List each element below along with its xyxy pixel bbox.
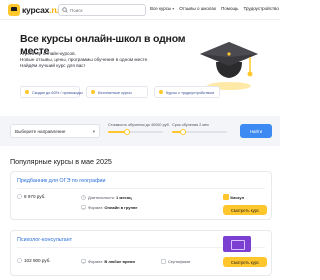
nav-school-reviews[interactable]: Отзывы о школах bbox=[179, 6, 216, 11]
price-slider-track[interactable] bbox=[108, 129, 163, 135]
view-course-button[interactable]: Смотреть курс bbox=[223, 257, 267, 267]
feature-chips: Скидки до 60% / промокоды Бесплатные кур… bbox=[20, 86, 220, 98]
search-box[interactable] bbox=[58, 4, 146, 16]
logo-icon bbox=[8, 4, 20, 16]
course-certificate: Сертификат bbox=[161, 259, 191, 264]
logo-text: курсах bbox=[22, 5, 50, 15]
gift-icon bbox=[91, 90, 95, 94]
price-slider-handle[interactable] bbox=[124, 129, 131, 135]
popular-section-title: Популярные курсы в мае 2025 bbox=[10, 157, 112, 166]
monitor-icon bbox=[81, 205, 86, 210]
school-logo[interactable]: Умскул bbox=[223, 192, 245, 202]
monitor-icon bbox=[81, 259, 86, 264]
course-format: Формат: Онлайн в группе bbox=[81, 205, 138, 210]
course-card: Психолог-консультант 102 900 руб. Формат… bbox=[10, 230, 272, 276]
course-price: 8 970 руб. bbox=[17, 194, 46, 199]
duration-slider-handle[interactable] bbox=[180, 129, 186, 135]
site-header: курсах.ru Все курсы▾ Отзывы о школах Пом… bbox=[0, 0, 280, 20]
course-price: 102 900 руб. bbox=[17, 258, 51, 263]
chip-discounts[interactable]: Скидки до 60% / промокоды bbox=[20, 86, 83, 98]
course-filter: Выберите направление ▾ Стоимость обучени… bbox=[0, 116, 280, 146]
course-title-link[interactable]: Предбанник для ОГЭ по географии bbox=[17, 178, 106, 184]
price-slider: Стоимость обучения до 40000 руб. bbox=[108, 123, 170, 135]
price-slider-label: Стоимость обучения до 40000 руб. bbox=[108, 123, 170, 127]
duration-slider-label: Срок обучения 2 мес bbox=[172, 123, 209, 127]
school-logo-icon bbox=[223, 194, 229, 200]
hero-description: Агрегатор онлайн-курсов. Новые отзывы, ц… bbox=[20, 51, 149, 69]
nav-help[interactable]: Помощь bbox=[221, 6, 238, 11]
duration-slider-track[interactable] bbox=[172, 129, 227, 135]
briefcase-icon bbox=[159, 90, 163, 94]
chip-free-courses[interactable]: Бесплатные курсы bbox=[86, 86, 148, 98]
hero-section: Все курсы онлайн-школ в одном месте Агре… bbox=[0, 20, 280, 116]
ruble-icon bbox=[17, 258, 22, 263]
nav-all-courses[interactable]: Все курсы▾ bbox=[150, 6, 174, 11]
main-nav: Все курсы▾ Отзывы о школах Помощь Трудоу… bbox=[150, 6, 279, 11]
duration-slider: Срок обучения 2 мес bbox=[172, 123, 227, 135]
school-logo[interactable] bbox=[223, 236, 251, 252]
chip-employment[interactable]: Курсы с трудоустройством bbox=[154, 86, 220, 98]
ruble-icon bbox=[17, 194, 22, 199]
search-input[interactable] bbox=[70, 6, 140, 14]
school-logo-icon bbox=[223, 236, 251, 252]
chevron-down-icon: ▾ bbox=[172, 6, 175, 11]
course-duration: Длительность: 1 месяц bbox=[81, 195, 132, 200]
certificate-icon bbox=[161, 259, 166, 264]
nav-employment[interactable]: Трудоустройство bbox=[244, 6, 279, 11]
clock-icon bbox=[81, 195, 86, 200]
divider bbox=[17, 188, 265, 189]
percent-icon bbox=[25, 90, 29, 94]
search-icon[interactable] bbox=[62, 7, 68, 13]
course-title-link[interactable]: Психолог-консультант bbox=[17, 237, 72, 243]
course-card: Предбанник для ОГЭ по географии 8 970 ру… bbox=[10, 171, 272, 220]
site-logo[interactable]: курсах.ru bbox=[8, 4, 60, 16]
chevron-down-icon: ▾ bbox=[92, 129, 95, 134]
find-button[interactable]: Найти bbox=[240, 124, 272, 138]
view-course-button[interactable]: Смотреть курс bbox=[223, 205, 267, 215]
graduation-cap-icon bbox=[200, 42, 258, 90]
course-format: Формат: В любое время bbox=[81, 259, 135, 264]
direction-select[interactable]: Выберите направление ▾ bbox=[10, 124, 100, 138]
